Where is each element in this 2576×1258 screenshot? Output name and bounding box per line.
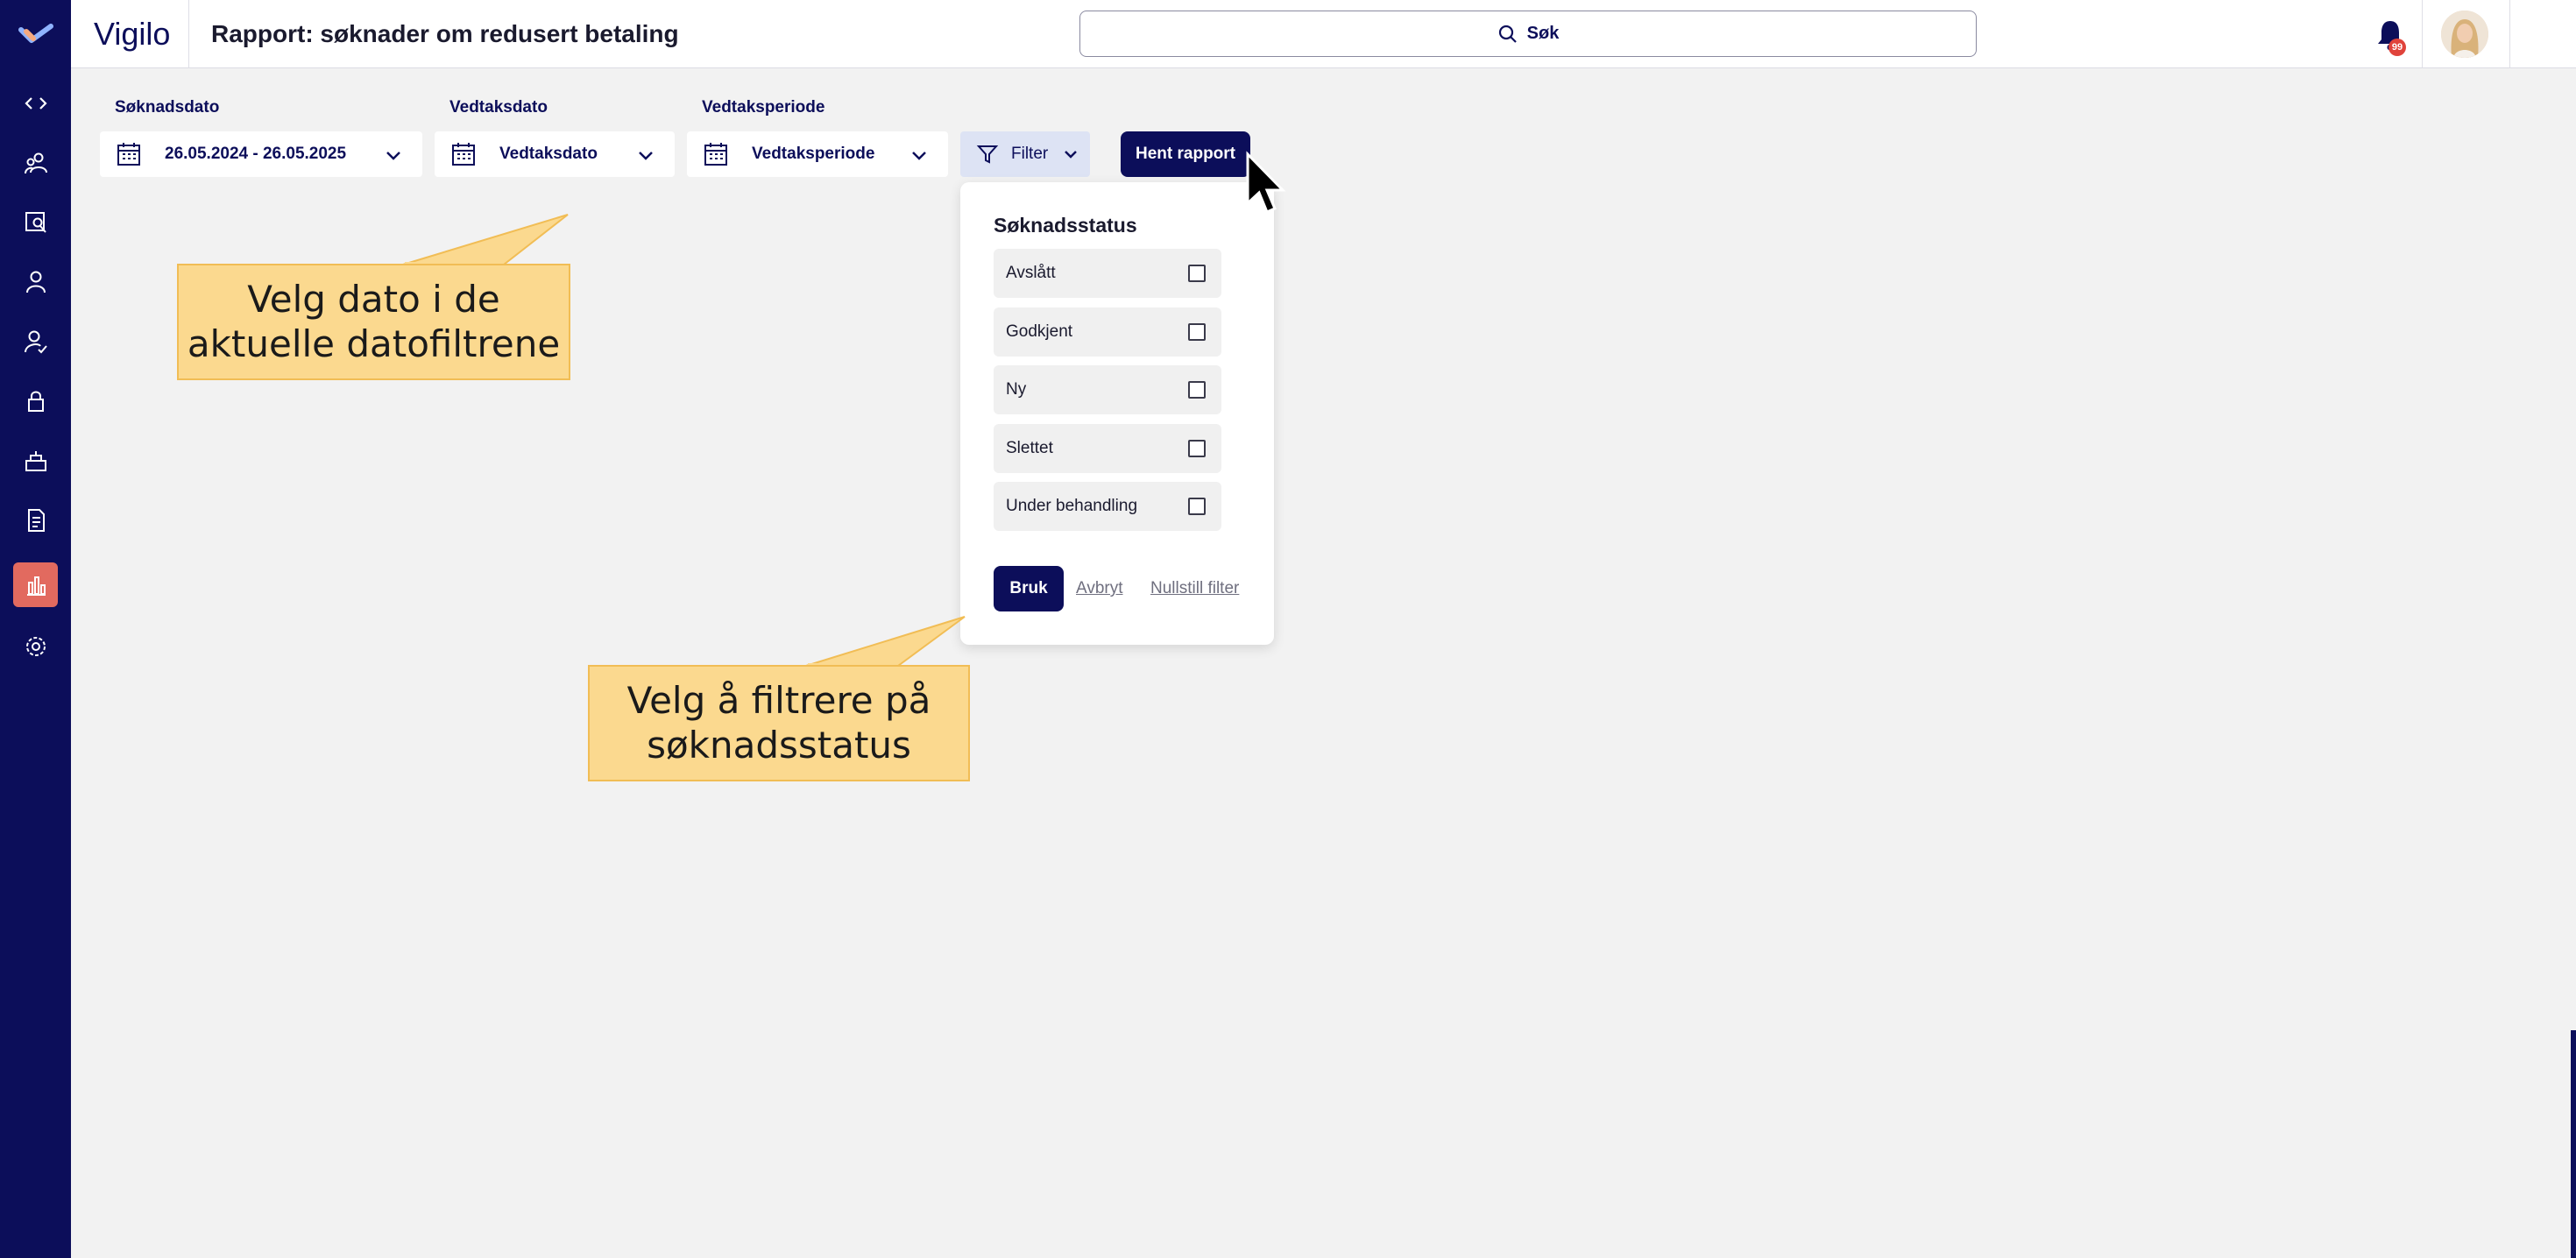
search-input[interactable]: Søk xyxy=(1079,11,1977,57)
filter-button[interactable]: Filter xyxy=(960,131,1090,177)
callout-tail xyxy=(805,616,966,667)
chevron-down-icon xyxy=(1065,151,1078,159)
status-option[interactable]: Avslått xyxy=(994,249,1221,298)
vigilo-logo-icon[interactable] xyxy=(18,18,54,53)
status-option-label: Avslått xyxy=(1006,264,1056,282)
code-icon[interactable] xyxy=(13,81,58,125)
reset-filter-link[interactable]: Nullstill filter xyxy=(1150,579,1239,598)
sidebar xyxy=(0,0,71,1258)
status-option[interactable]: Ny xyxy=(994,365,1221,414)
bar-chart-icon[interactable] xyxy=(13,562,58,607)
status-option-label: Under behandling xyxy=(1006,497,1138,515)
checkbox[interactable] xyxy=(1188,498,1206,515)
person-check-icon[interactable] xyxy=(13,319,58,364)
checkbox[interactable] xyxy=(1188,323,1206,341)
popover-title: Søknadsstatus xyxy=(994,214,1137,237)
divider xyxy=(188,0,189,68)
document-icon[interactable] xyxy=(13,498,58,542)
checkbox[interactable] xyxy=(1188,265,1206,282)
avatar[interactable] xyxy=(2441,11,2488,58)
calendar-icon xyxy=(704,143,727,166)
vedtaksdato-picker[interactable]: Vedtaksdato xyxy=(435,131,675,177)
date-callout: Velg dato i de aktuelle datofiltrene xyxy=(177,264,570,380)
search-icon xyxy=(1498,25,1517,43)
hent-rapport-button[interactable]: Hent rapport xyxy=(1121,131,1250,177)
search-person-icon[interactable] xyxy=(13,200,58,244)
status-option-label: Ny xyxy=(1006,380,1027,399)
vedtaksperiode-value: Vedtaksperiode xyxy=(752,145,875,163)
soknadsdato-picker[interactable]: 26.05.2024 - 26.05.2025 xyxy=(100,131,422,177)
apply-button[interactable]: Bruk xyxy=(994,566,1064,611)
status-option[interactable]: Slettet xyxy=(994,424,1221,473)
chevron-down-icon xyxy=(386,152,400,160)
vedtaksperiode-label: Vedtaksperiode xyxy=(702,98,825,117)
status-option[interactable]: Under behandling xyxy=(994,482,1221,531)
calendar-icon xyxy=(452,143,475,166)
mouse-cursor-icon xyxy=(1246,151,1286,214)
soknadsdato-value: 26.05.2024 - 26.05.2025 xyxy=(165,145,347,163)
vedtaksperiode-picker[interactable]: Vedtaksperiode xyxy=(687,131,948,177)
divider xyxy=(2422,0,2423,68)
status-option[interactable]: Godkjent xyxy=(994,307,1221,357)
status-filter-popover: Søknadsstatus Avslått Godkjent Ny Slette… xyxy=(960,182,1274,645)
checkbox[interactable] xyxy=(1188,440,1206,457)
chevron-down-icon xyxy=(912,152,926,160)
notification-badge: 99 xyxy=(2388,39,2406,56)
filter-button-label: Filter xyxy=(1011,145,1049,163)
app-brand[interactable]: Vigilo xyxy=(94,16,170,53)
cake-icon[interactable] xyxy=(13,438,58,483)
calendar-icon xyxy=(117,143,140,166)
person-icon[interactable] xyxy=(13,259,58,304)
top-bar: Vigilo Rapport: søknader om redusert bet… xyxy=(71,0,2576,68)
cancel-link[interactable]: Avbryt xyxy=(1076,579,1123,598)
filter-icon xyxy=(976,145,999,164)
gear-icon[interactable] xyxy=(13,624,58,668)
checkbox[interactable] xyxy=(1188,381,1206,399)
vedtaksdato-label: Vedtaksdato xyxy=(449,98,548,117)
users-icon[interactable] xyxy=(13,140,58,185)
callout-tail xyxy=(402,214,569,265)
status-option-label: Slettet xyxy=(1006,439,1053,457)
chevron-down-icon xyxy=(639,152,653,160)
status-option-label: Godkjent xyxy=(1006,322,1073,341)
status-callout: Velg å filtrere på søknadsstatus xyxy=(588,665,970,781)
window-edge xyxy=(2571,1030,2576,1258)
soknadsdato-label: Søknadsdato xyxy=(115,98,220,117)
lock-icon[interactable] xyxy=(13,378,58,423)
divider xyxy=(2509,0,2510,68)
vedtaksdato-value: Vedtaksdato xyxy=(499,145,598,163)
search-label: Søk xyxy=(1526,24,1560,43)
page-title: Rapport: søknader om redusert betaling xyxy=(211,20,679,47)
